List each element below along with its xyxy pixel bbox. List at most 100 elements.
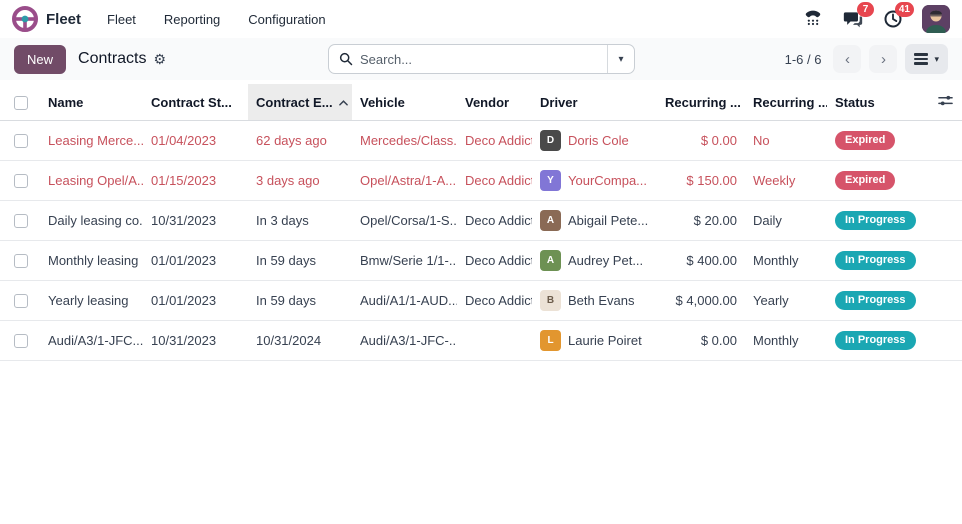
cell-recurring-cost[interactable]: $ 0.00 xyxy=(657,321,745,361)
cell-vendor[interactable]: Deco Addict xyxy=(457,161,532,201)
cell-vendor[interactable]: Deco Addict xyxy=(457,201,532,241)
search-input-area xyxy=(329,52,607,67)
column-header-driver[interactable]: Driver xyxy=(532,84,657,121)
cell-contract-end[interactable]: 3 days ago xyxy=(248,161,352,201)
row-checkbox[interactable] xyxy=(14,134,28,148)
table-row[interactable]: Monthly leasing 01/01/2023 In 59 days Bm… xyxy=(0,241,962,281)
cell-name[interactable]: Monthly leasing xyxy=(40,241,143,281)
cell-vehicle[interactable]: Audi/A3/1-JFC-... xyxy=(352,321,457,361)
cell-contract-start[interactable]: 01/01/2023 xyxy=(143,241,248,281)
row-checkbox[interactable] xyxy=(14,294,28,308)
cell-vehicle[interactable]: Mercedes/Class... xyxy=(352,121,457,161)
view-switcher-button[interactable]: ▾ xyxy=(905,44,948,74)
main-menu: Fleet Reporting Configuration xyxy=(107,12,326,27)
cell-contract-start[interactable]: 10/31/2023 xyxy=(143,321,248,361)
cell-contract-end[interactable]: In 59 days xyxy=(248,281,352,321)
cell-driver[interactable]: AAudrey Pet... xyxy=(532,241,657,281)
row-checkbox[interactable] xyxy=(14,214,28,228)
cell-vendor[interactable]: Deco Addict xyxy=(457,281,532,321)
table-row[interactable]: Daily leasing co... 10/31/2023 In 3 days… xyxy=(0,201,962,241)
menu-fleet[interactable]: Fleet xyxy=(107,12,136,27)
column-header-status[interactable]: Status xyxy=(827,84,930,121)
user-avatar[interactable] xyxy=(922,5,950,33)
column-header-vehicle[interactable]: Vehicle xyxy=(352,84,457,121)
driver-avatar: Y xyxy=(540,170,561,191)
cell-driver[interactable]: YYourCompa... xyxy=(532,161,657,201)
pager-previous-button[interactable]: ‹ xyxy=(833,45,861,73)
cell-contract-start[interactable]: 01/01/2023 xyxy=(143,281,248,321)
cell-vendor[interactable]: Deco Addict xyxy=(457,241,532,281)
breadcrumb: Contracts ⚙ xyxy=(78,50,166,68)
messages-count-badge: 7 xyxy=(857,2,874,17)
select-all-checkbox[interactable] xyxy=(14,96,28,110)
cell-name[interactable]: Leasing Opel/A... xyxy=(40,161,143,201)
pager-next-button[interactable]: › xyxy=(869,45,897,73)
cell-recurring-cost[interactable]: $ 0.00 xyxy=(657,121,745,161)
cell-vendor[interactable] xyxy=(457,321,532,361)
cell-name[interactable]: Yearly leasing xyxy=(40,281,143,321)
cell-driver[interactable]: BBeth Evans xyxy=(532,281,657,321)
cell-contract-end[interactable]: 10/31/2024 xyxy=(248,321,352,361)
table-row[interactable]: Audi/A3/1-JFC... 10/31/2023 10/31/2024 A… xyxy=(0,321,962,361)
cell-recurring-cost[interactable]: $ 400.00 xyxy=(657,241,745,281)
page-title[interactable]: Contracts xyxy=(78,50,146,68)
search-dropdown-toggle[interactable]: ▾ xyxy=(607,45,634,73)
column-header-recurring-cost[interactable]: Recurring ... xyxy=(657,84,745,121)
cell-contract-start[interactable]: 01/15/2023 xyxy=(143,161,248,201)
column-header-recurring-period[interactable]: Recurring ... xyxy=(745,84,827,121)
cell-recurring-period[interactable]: Monthly xyxy=(745,241,827,281)
cell-vendor[interactable]: Deco Addict xyxy=(457,121,532,161)
cell-vehicle[interactable]: Bmw/Serie 1/1-... xyxy=(352,241,457,281)
cell-vehicle[interactable]: Audi/A1/1-AUD... xyxy=(352,281,457,321)
cell-driver[interactable]: DDoris Cole xyxy=(532,121,657,161)
list-view-icon xyxy=(914,53,928,65)
cell-contract-start[interactable]: 01/04/2023 xyxy=(143,121,248,161)
activities-clock-icon[interactable]: 41 xyxy=(882,8,904,30)
messages-icon[interactable]: 7 xyxy=(842,8,864,30)
column-header-vendor[interactable]: Vendor xyxy=(457,84,532,121)
cell-name[interactable]: Daily leasing co... xyxy=(40,201,143,241)
cell-vehicle[interactable]: Opel/Astra/1-A... xyxy=(352,161,457,201)
new-button[interactable]: New xyxy=(14,45,66,74)
cell-contract-end[interactable]: In 59 days xyxy=(248,241,352,281)
cell-contract-start[interactable]: 10/31/2023 xyxy=(143,201,248,241)
cell-recurring-cost[interactable]: $ 20.00 xyxy=(657,201,745,241)
cell-recurring-period[interactable]: Weekly xyxy=(745,161,827,201)
table-row[interactable]: Leasing Opel/A... 01/15/2023 3 days ago … xyxy=(0,161,962,201)
search-input[interactable] xyxy=(360,52,597,67)
menu-configuration[interactable]: Configuration xyxy=(248,12,325,27)
app-name[interactable]: Fleet xyxy=(46,11,81,28)
cell-contract-end[interactable]: 62 days ago xyxy=(248,121,352,161)
cell-name[interactable]: Leasing Merce... xyxy=(40,121,143,161)
fleet-app-icon[interactable] xyxy=(12,6,38,32)
cell-contract-end[interactable]: In 3 days xyxy=(248,201,352,241)
cell-recurring-period[interactable]: No xyxy=(745,121,827,161)
driver-avatar: D xyxy=(540,130,561,151)
table-row[interactable]: Yearly leasing 01/01/2023 In 59 days Aud… xyxy=(0,281,962,321)
column-header-name[interactable]: Name xyxy=(40,84,143,121)
column-header-contract-end[interactable]: Contract E... xyxy=(248,84,352,121)
cell-vehicle[interactable]: Opel/Corsa/1-S... xyxy=(352,201,457,241)
column-header-contract-start[interactable]: Contract St... xyxy=(143,84,248,121)
row-checkbox[interactable] xyxy=(14,174,28,188)
driver-avatar: B xyxy=(540,290,561,311)
adjust-columns-icon[interactable] xyxy=(938,93,953,108)
cell-driver[interactable]: LLaurie Poiret xyxy=(532,321,657,361)
action-gear-icon[interactable]: ⚙ xyxy=(153,51,166,68)
cell-recurring-period[interactable]: Monthly xyxy=(745,321,827,361)
cell-driver[interactable]: AAbigail Pete... xyxy=(532,201,657,241)
activities-count-badge: 41 xyxy=(895,2,914,17)
cell-recurring-cost[interactable]: $ 4,000.00 xyxy=(657,281,745,321)
cell-recurring-period[interactable]: Yearly xyxy=(745,281,827,321)
cell-recurring-cost[interactable]: $ 150.00 xyxy=(657,161,745,201)
table-row[interactable]: Leasing Merce... 01/04/2023 62 days ago … xyxy=(0,121,962,161)
driver-avatar: L xyxy=(540,330,561,351)
cell-recurring-period[interactable]: Daily xyxy=(745,201,827,241)
menu-reporting[interactable]: Reporting xyxy=(164,12,220,27)
row-checkbox[interactable] xyxy=(14,334,28,348)
voip-phone-icon[interactable] xyxy=(802,8,824,30)
cell-name[interactable]: Audi/A3/1-JFC... xyxy=(40,321,143,361)
row-checkbox[interactable] xyxy=(14,254,28,268)
pager-area: 1-6 / 6 ‹ › ▾ xyxy=(785,44,948,74)
caret-down-icon: ▾ xyxy=(934,54,939,65)
